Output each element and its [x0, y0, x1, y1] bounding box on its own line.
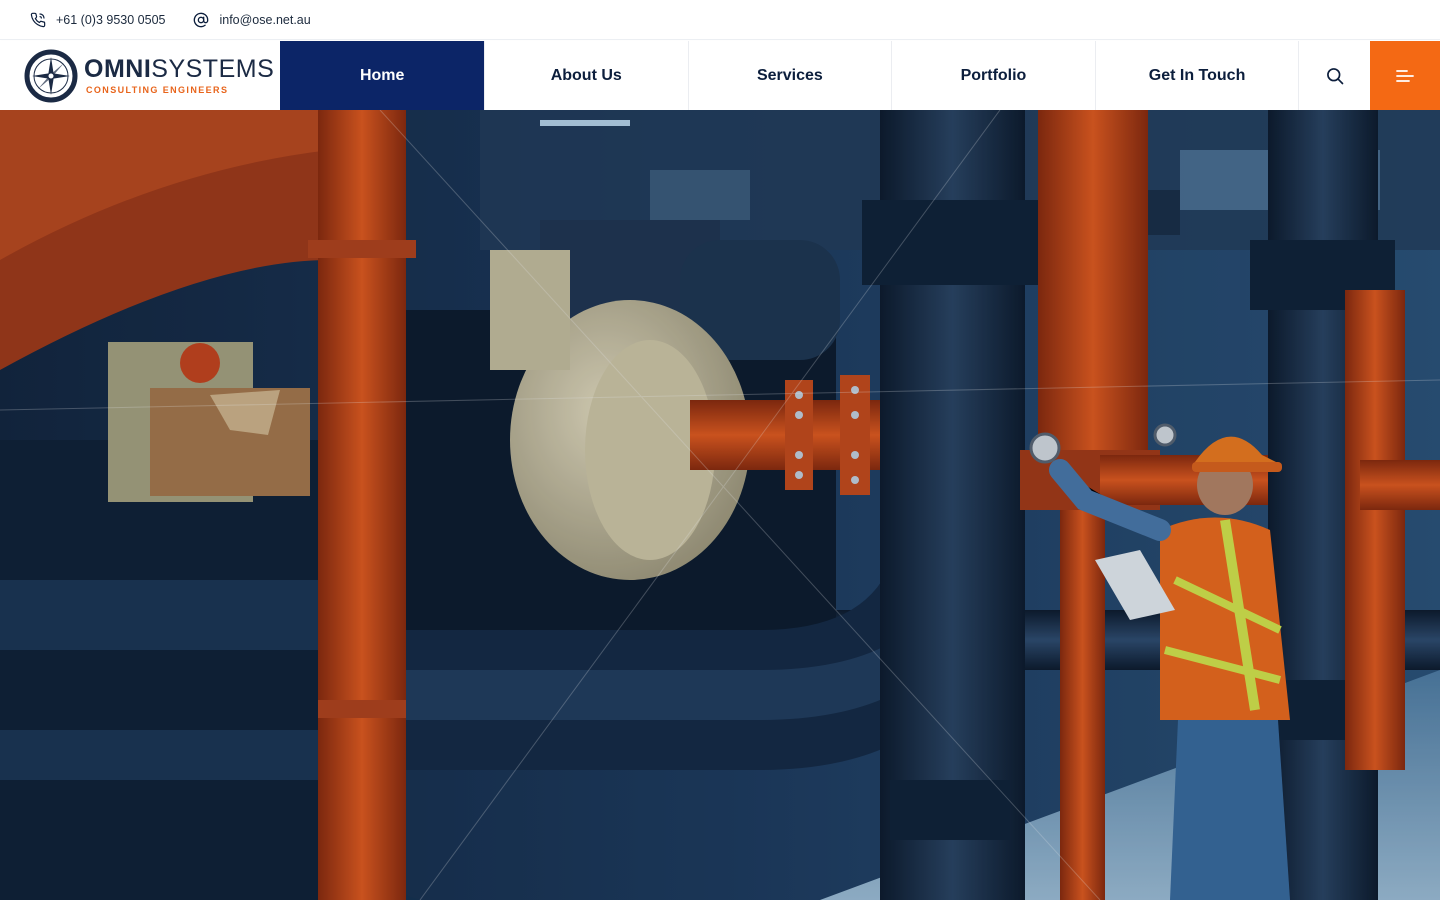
compass-logo-icon	[24, 49, 78, 102]
site-logo[interactable]: OMNISYSTEMS CONSULTING ENGINEERS	[0, 41, 280, 110]
at-sign-icon	[194, 12, 209, 27]
phone-icon	[30, 12, 46, 27]
search-icon	[1326, 67, 1344, 84]
logo-tagline: CONSULTING ENGINEERS	[86, 84, 229, 95]
nav-get-in-touch[interactable]: Get In Touch	[1094, 41, 1299, 110]
nav-about-us[interactable]: About Us	[483, 41, 688, 110]
logo-brand-bold: OMNI	[84, 54, 152, 83]
email-text: info@ose.net.au	[219, 12, 311, 27]
phone-contact[interactable]: +61 (0)3 9530 0505	[30, 12, 165, 28]
email-contact[interactable]: info@ose.net.au	[193, 12, 311, 28]
menu-icon	[1396, 69, 1414, 82]
hero-banner	[0, 110, 1440, 900]
logo-brand: OMNISYSTEMS	[84, 54, 275, 83]
menu-button[interactable]	[1370, 41, 1440, 110]
logo-brand-light: SYSTEMS	[151, 54, 275, 83]
main-nav: Home About Us Services Portfolio Get In …	[280, 41, 1298, 110]
nav-services[interactable]: Services	[687, 41, 892, 110]
top-contact-bar: +61 (0)3 9530 0505 info@ose.net.au	[0, 0, 1440, 40]
phone-text: +61 (0)3 9530 0505	[56, 12, 166, 27]
nav-home[interactable]: Home	[280, 41, 484, 110]
main-header: OMNISYSTEMS CONSULTING ENGINEERS Home Ab…	[0, 41, 1440, 110]
nav-portfolio[interactable]: Portfolio	[891, 41, 1095, 110]
logo-wordmark: OMNISYSTEMS CONSULTING ENGINEERS	[84, 54, 275, 95]
search-button[interactable]	[1298, 41, 1370, 110]
hero-image	[0, 110, 1440, 900]
